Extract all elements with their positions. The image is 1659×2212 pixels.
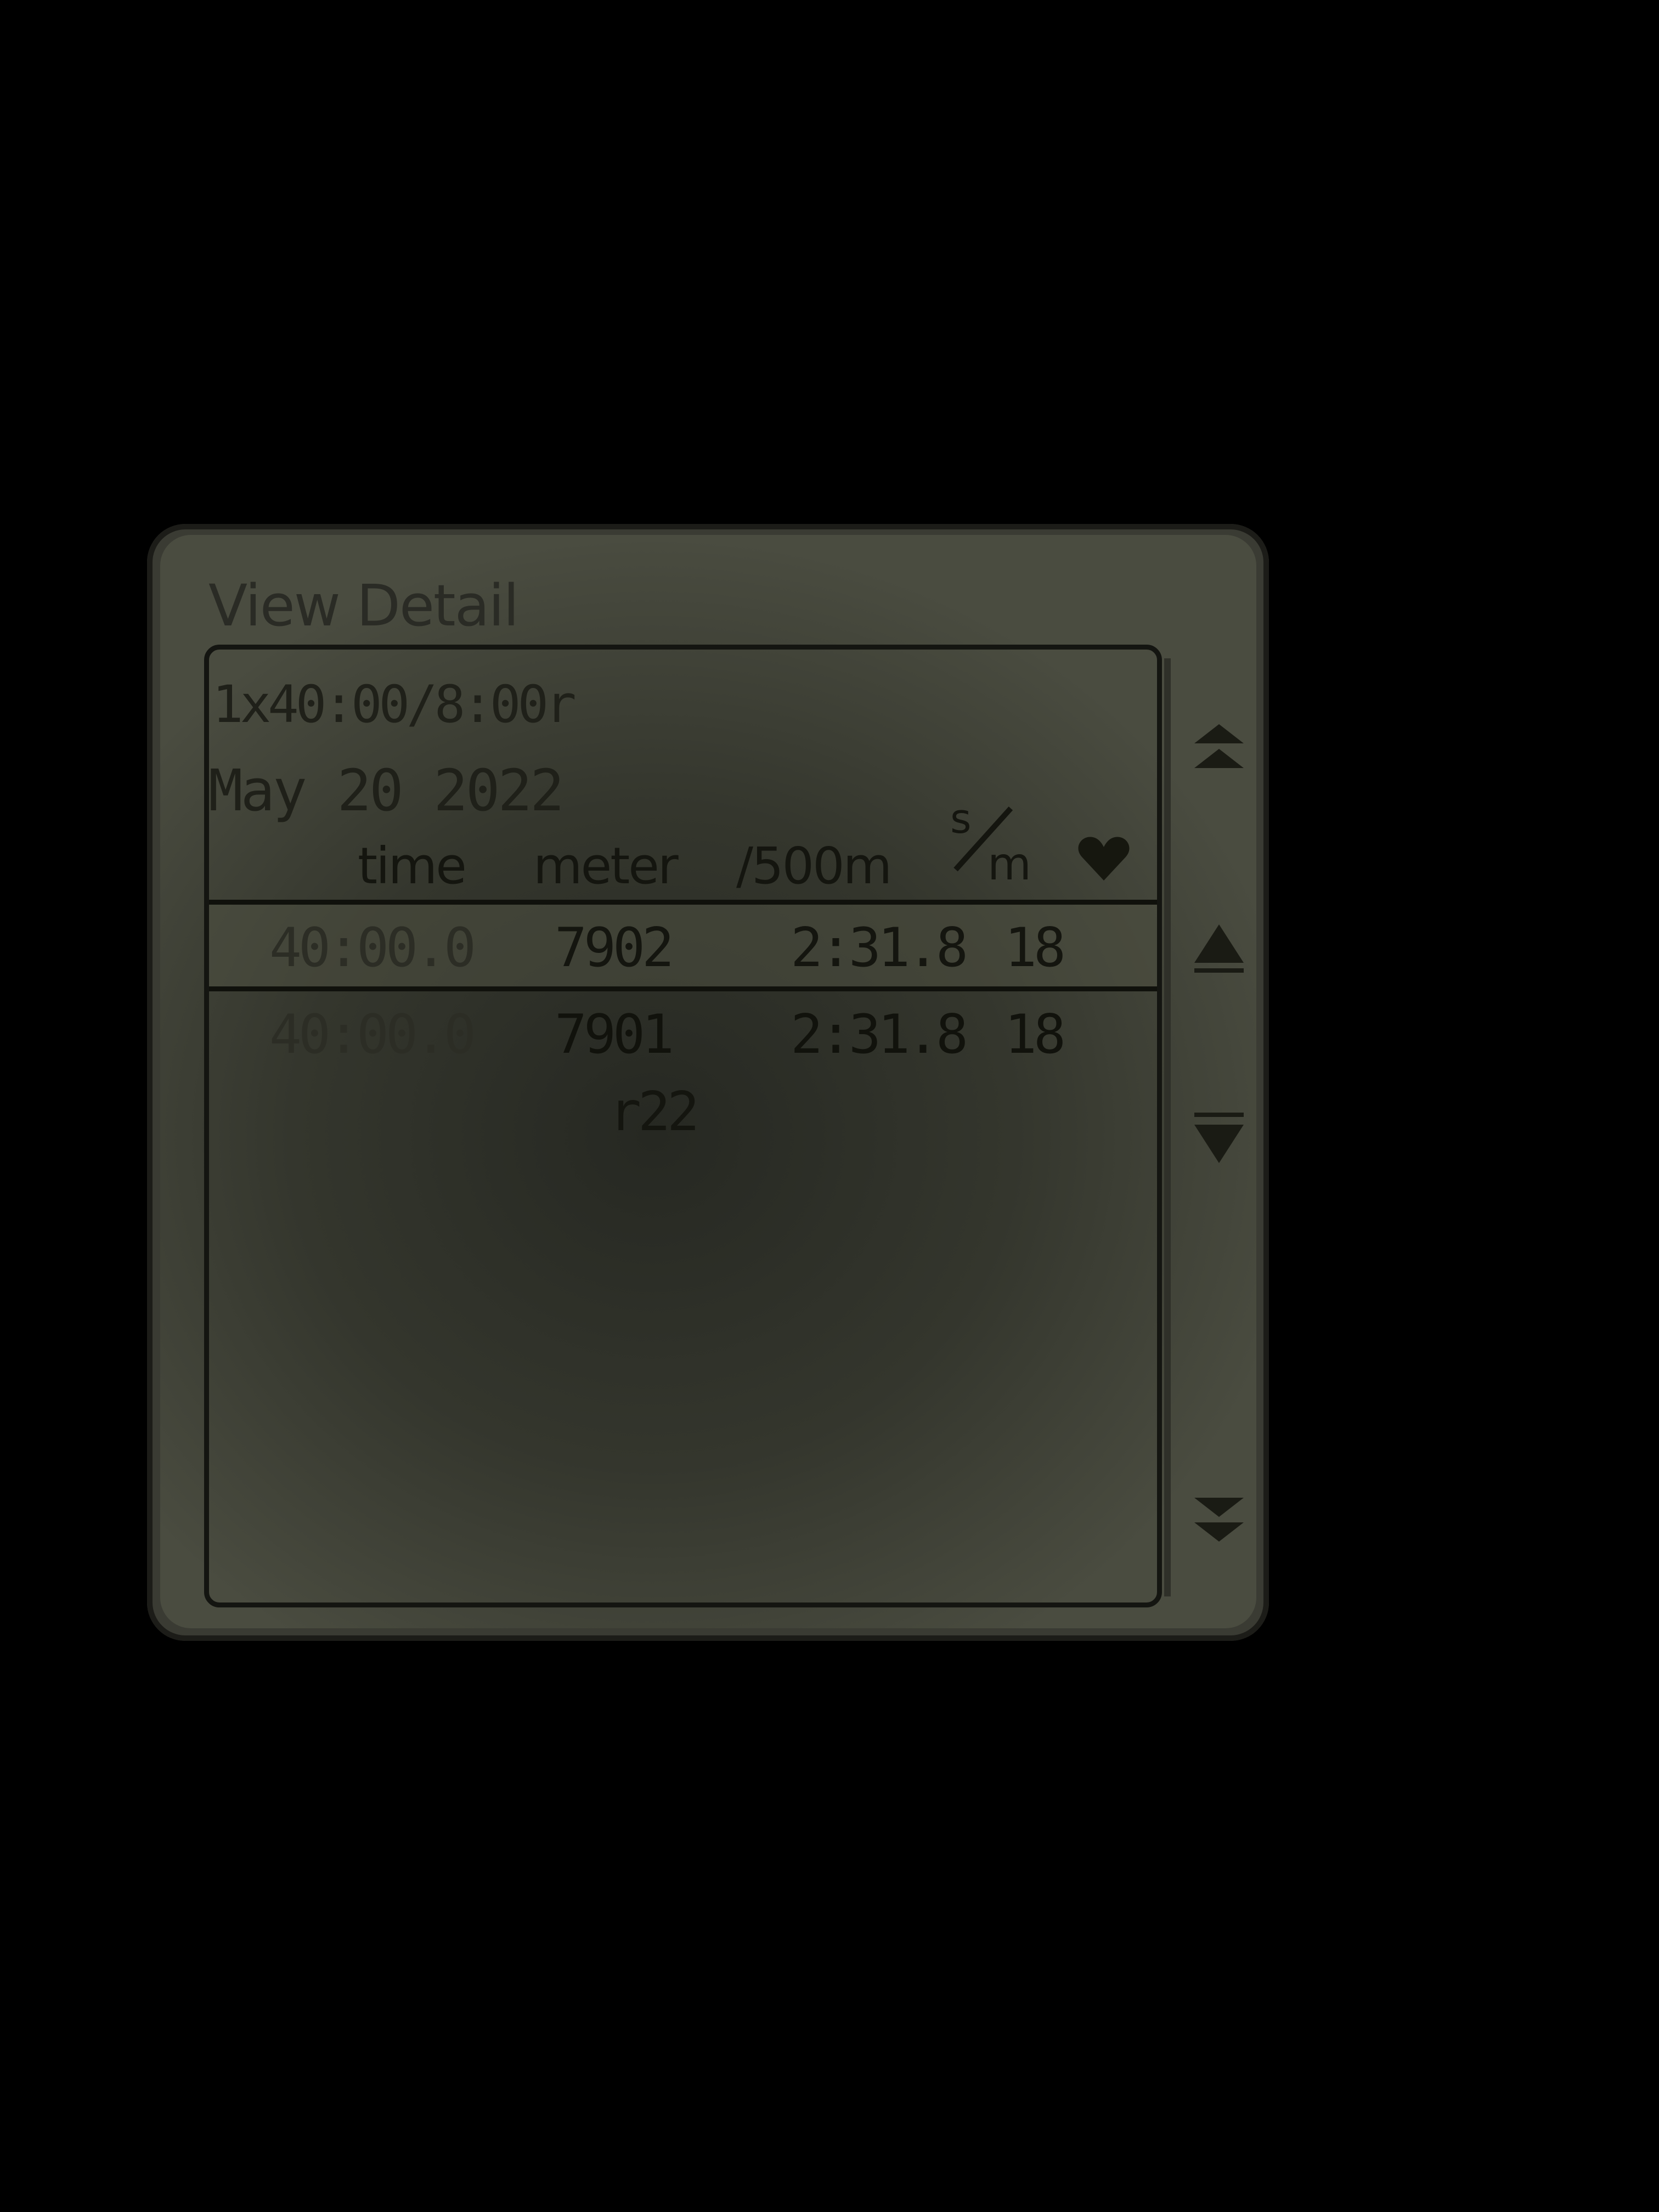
column-header-stroke-rate: s m [945, 795, 1038, 890]
cell-split: 2:31.8 [791, 1003, 968, 1066]
table-row[interactable]: 40:00.0 7902 2:31.8 18 [209, 905, 1157, 987]
column-header-meter: meter [533, 837, 679, 895]
cell-stroke-rate: 18 [1005, 917, 1066, 979]
rest-interval-value: r22 [609, 1081, 699, 1143]
scroll-rail [1164, 658, 1171, 1596]
workout-date: May 20 2022 [208, 757, 565, 824]
lcd-screen: View Detail 1x40:00/8:00r May 20 2022 ti… [160, 535, 1256, 1628]
cell-time: 40:00.0 [269, 1003, 476, 1066]
column-header-time: time [358, 837, 467, 895]
cell-split: 2:31.8 [791, 917, 968, 979]
selected-row-bottom-rule [209, 986, 1157, 991]
column-header-split: /500m [736, 837, 892, 895]
up-arrow-icon[interactable] [1186, 913, 1252, 979]
double-up-arrow-icon[interactable] [1186, 716, 1252, 782]
cell-meter: 7902 [555, 917, 674, 979]
cell-time: 40:00.0 [269, 917, 476, 979]
heart-icon [1078, 837, 1130, 881]
cell-meter: 7901 [555, 1003, 674, 1066]
screen-title: View Detail [208, 572, 519, 639]
double-down-arrow-icon[interactable] [1186, 1484, 1252, 1550]
down-arrow-icon[interactable] [1186, 1108, 1252, 1174]
workout-description: 1x40:00/8:00r [212, 675, 577, 735]
selected-row-top-rule [209, 900, 1157, 905]
table-row[interactable]: 40:00.0 7901 2:31.8 18 [209, 991, 1157, 1074]
stroke-rate-denominator: m [988, 838, 1031, 890]
stroke-rate-numerator: s [950, 795, 972, 843]
cell-stroke-rate: 18 [1005, 1003, 1066, 1066]
